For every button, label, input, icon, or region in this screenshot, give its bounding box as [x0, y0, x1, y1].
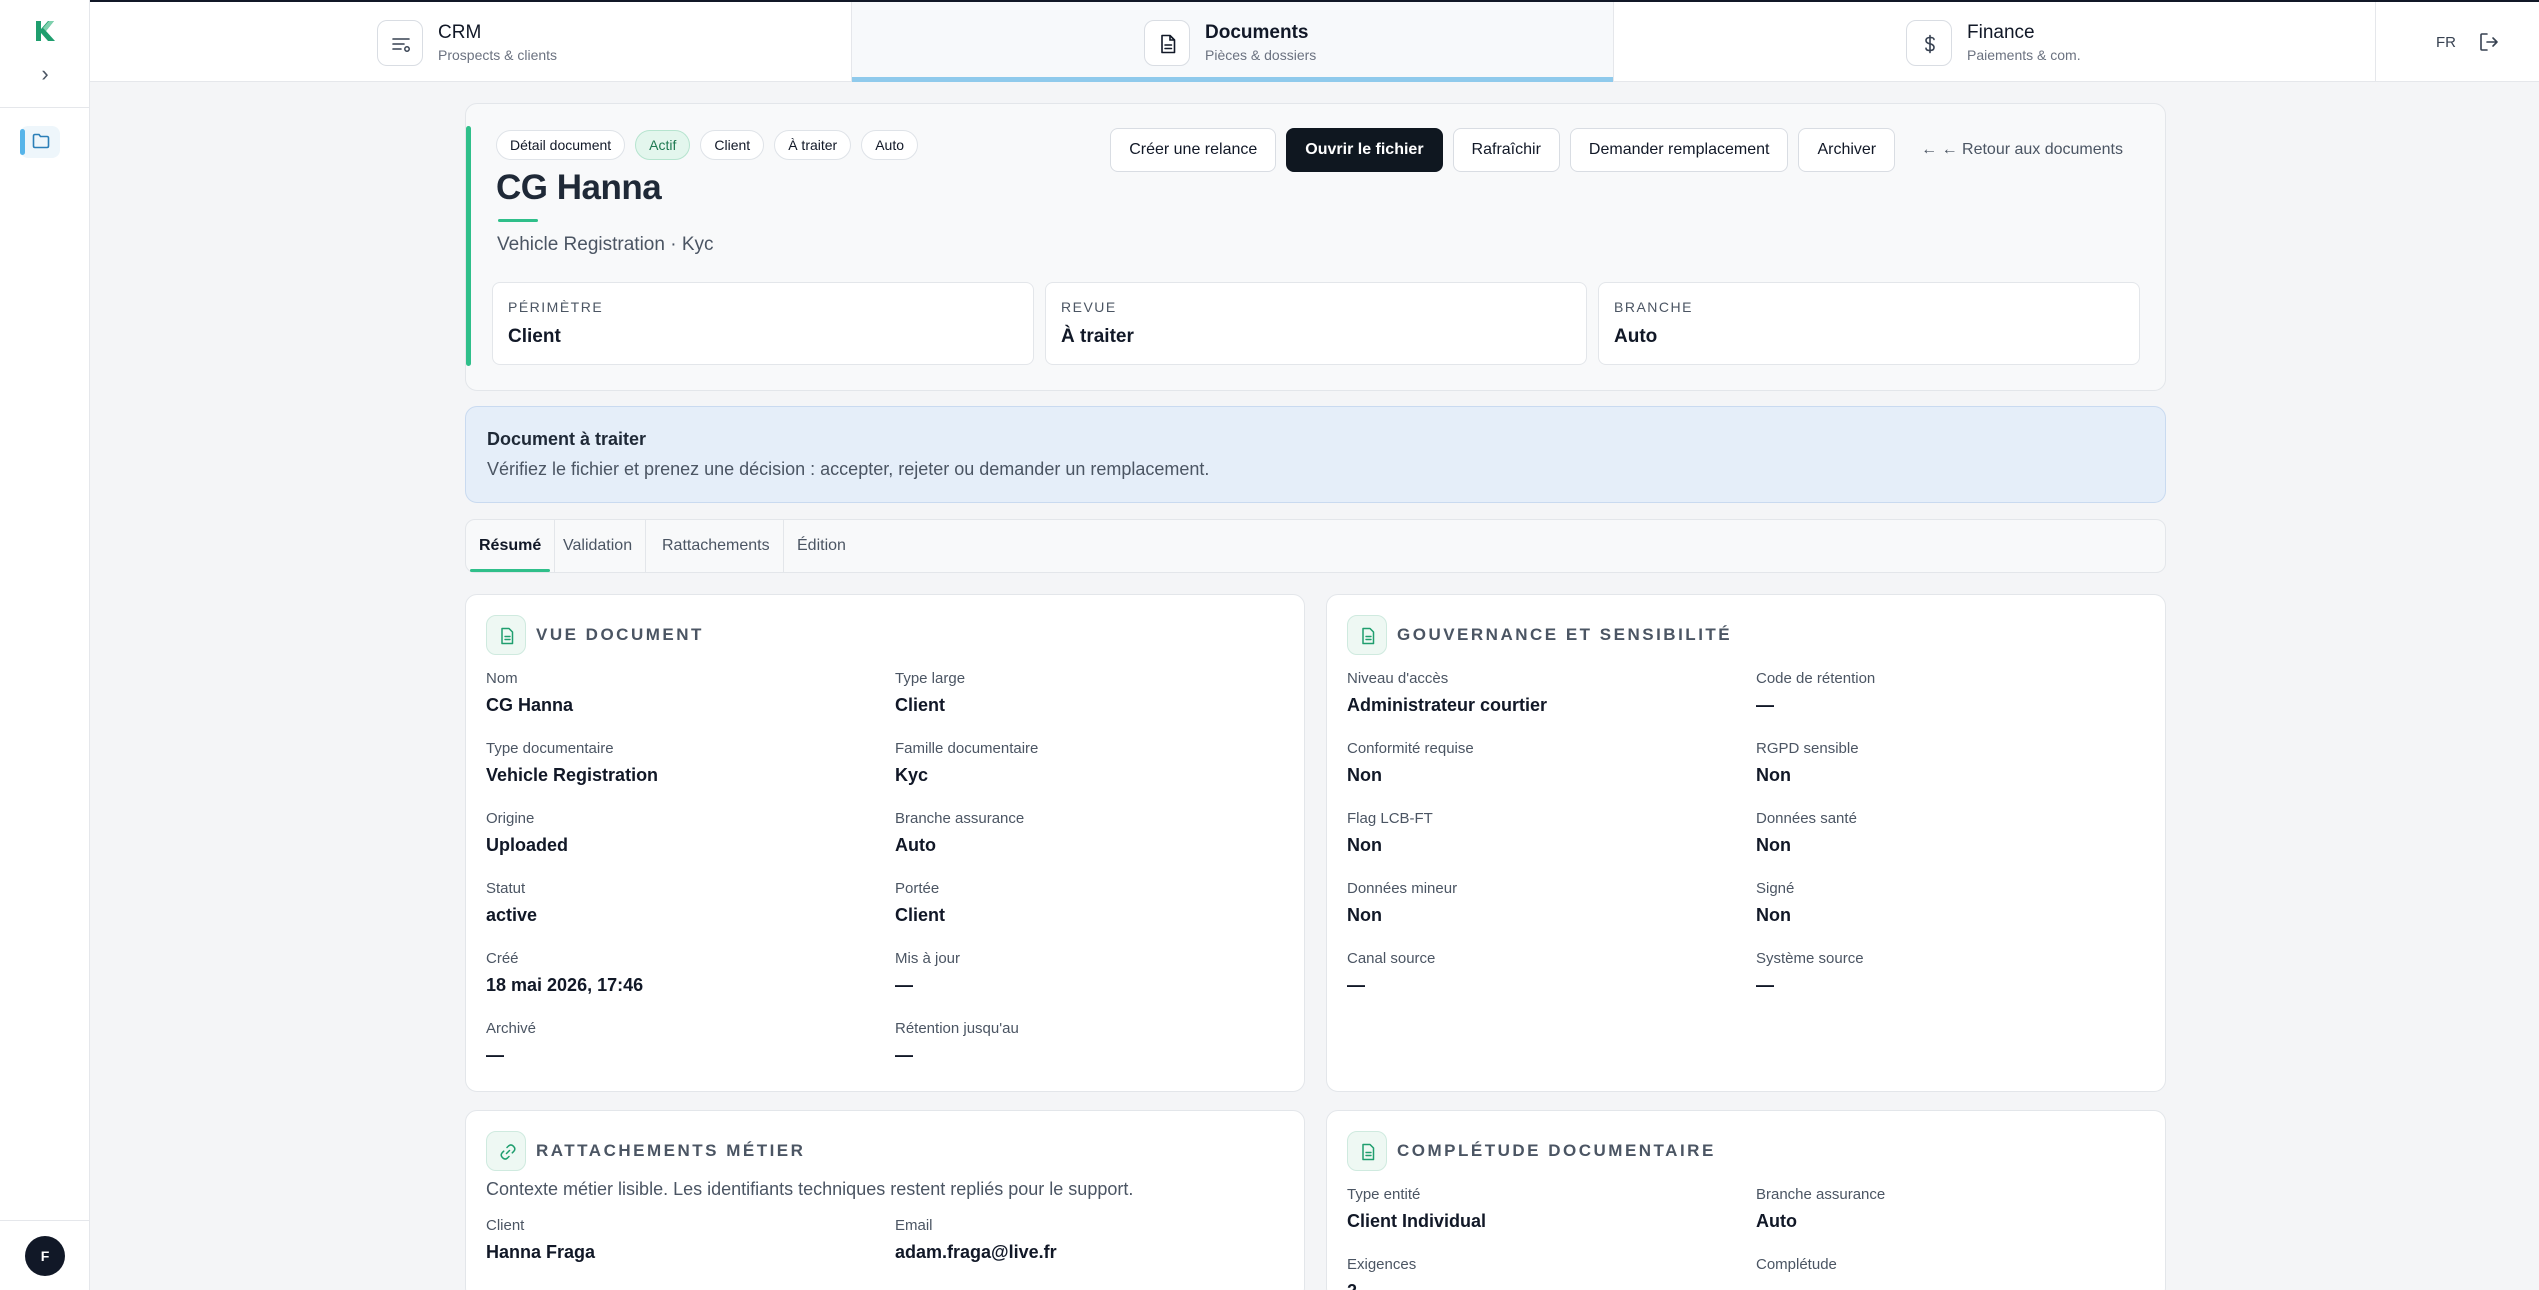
chip-detail-document: Détail document — [496, 130, 626, 160]
field-exigences: Exigences2 — [1347, 1256, 1417, 1290]
refresh-button[interactable]: Rafraîchir — [1452, 128, 1560, 172]
meta-label: PÉRIMÈTRE — [508, 299, 604, 315]
field-retention: Rétention jusqu'au — — [895, 1020, 1019, 1065]
open-file-button[interactable]: Ouvrir le fichier — [1286, 128, 1443, 172]
app-logo[interactable] — [30, 18, 60, 44]
field-donnees-mineur: Données mineur Non — [1347, 880, 1458, 925]
nav-tab-subtitle: Prospects & clients — [438, 47, 558, 63]
field-lcb-ft: Flag LCB-FT Non — [1347, 810, 1433, 855]
header-actions: Créer une relance Ouvrir le fichier Rafr… — [1110, 128, 2139, 172]
field-completude: Complétude — [1756, 1256, 1837, 1273]
chip-branch: Auto — [861, 130, 919, 160]
top-navigation: CRM Prospects & clients Documents Pièces… — [90, 0, 2539, 82]
info-alert: Document à traiter Vérifiez le fichier e… — [465, 406, 2166, 503]
sidebar-collapse-button[interactable]: › — [33, 62, 57, 86]
card-description: Contexte métier lisible. Les identifiant… — [486, 1179, 1134, 1199]
card-rattachements: RATTACHEMENTS MÉTIER Contexte métier lis… — [465, 1110, 1305, 1290]
tab-resume[interactable]: Résumé — [466, 520, 556, 572]
document-icon — [1144, 20, 1190, 66]
tab-edition[interactable]: Édition — [784, 520, 859, 572]
card-vue-document: VUE DOCUMENT Nom CG Hanna Type large Clien… — [465, 594, 1305, 1092]
document-icon — [1347, 1131, 1387, 1171]
field-archive: Archivé — — [486, 1020, 537, 1065]
field-nom: Nom CG Hanna — [486, 670, 574, 715]
sidebar-item-documents[interactable] — [20, 126, 60, 158]
nav-tab-finance[interactable]: Finance Paiements & com. — [1614, 2, 2376, 82]
chip-scope: Client — [700, 130, 765, 160]
tab-rattachements[interactable]: Rattachements — [649, 520, 784, 572]
field-portee: Portée Client — [895, 880, 946, 925]
meta-value: Client — [508, 326, 561, 347]
nav-tab-title: Documents — [1205, 22, 1309, 43]
field-systeme-source: Système source — — [1756, 950, 1864, 995]
card-gouvernance: GOUVERNANCE ET SENSIBILITÉ Niveau d'accè… — [1326, 594, 2166, 1092]
nav-tab-crm[interactable]: CRM Prospects & clients — [90, 2, 852, 82]
chip-status-active: Actif — [635, 130, 691, 160]
meta-value: À traiter — [1061, 326, 1134, 347]
field-origine: Origine Uploaded — [486, 810, 569, 855]
tab-validation[interactable]: Validation — [550, 520, 647, 572]
field-type-entite: Type entité Client Individual — [1347, 1186, 1487, 1231]
card-title: RATTACHEMENTS MÉTIER — [536, 1141, 806, 1160]
field-type-large: Type large Client — [895, 670, 966, 715]
field-mis-a-jour: Mis à jour — — [895, 950, 961, 995]
archive-button[interactable]: Archiver — [1798, 128, 1896, 172]
meta-label: REVUE — [1061, 299, 1117, 315]
meta-review: REVUE À traiter — [1045, 282, 1587, 365]
chip-list: Détail document Actif Client À traiter A… — [496, 130, 919, 160]
nav-tab-subtitle: Pièces & dossiers — [1205, 47, 1317, 63]
field-type-documentaire: Type documentaire Vehicle Registration — [486, 740, 659, 785]
card-title: COMPLÉTUDE DOCUMENTAIRE — [1397, 1141, 1716, 1160]
nav-tab-title: CRM — [438, 22, 482, 43]
field-famille-documentaire: Famille documentaire Kyc — [895, 740, 1039, 785]
logout-icon[interactable] — [2478, 31, 2500, 53]
document-icon — [486, 615, 526, 655]
page-title: CG Hanna — [496, 168, 662, 207]
alert-text: Vérifiez le fichier et prenez une décisi… — [487, 459, 1210, 479]
meta-perimeter: PÉRIMÈTRE Client — [492, 282, 1034, 365]
alert-title: Document à traiter — [487, 429, 647, 449]
card-title: GOUVERNANCE ET SENSIBILITÉ — [1397, 625, 1733, 644]
document-header-card: Détail document Actif Client À traiter A… — [465, 103, 2166, 391]
detail-tabs: Résumé Validation Rattachements Édition — [465, 519, 2166, 573]
sidebar-divider — [0, 107, 90, 108]
list-filter-icon — [377, 20, 423, 66]
field-niveau-acces: Niveau d'accès Administrateur courtier — [1347, 670, 1548, 715]
field-code-retention: Code de rétention — — [1756, 670, 1876, 715]
request-replacement-button[interactable]: Demander remplacement — [1569, 128, 1789, 172]
back-to-documents-link[interactable]: ← ← Retour aux documents — [1905, 128, 2139, 172]
meta-label: BRANCHE — [1614, 299, 1693, 315]
nav-tab-documents[interactable]: Documents Pièces & dossiers — [852, 2, 1614, 82]
card-title: VUE DOCUMENT — [536, 625, 704, 644]
field-signe: Signé Non — [1756, 880, 1795, 925]
meta-value: Auto — [1614, 326, 1658, 347]
field-conformite: Conformité requise Non — [1347, 740, 1474, 785]
chip-review: À traiter — [774, 130, 852, 160]
field-statut: Statut active — [486, 880, 538, 925]
meta-branch: BRANCHE Auto — [1598, 282, 2140, 365]
field-donnees-sante: Données santé Non — [1756, 810, 1857, 855]
link-icon — [486, 1131, 526, 1171]
field-client: Client Hanna Fraga — [486, 1217, 596, 1262]
document-icon — [1347, 615, 1387, 655]
nav-tab-subtitle: Paiements & com. — [1967, 47, 2081, 63]
field-canal-source: Canal source — — [1347, 950, 1436, 995]
field-rgpd: RGPD sensible Non — [1756, 740, 1859, 785]
field-cree: Créé 18 mai 2026, 17:46 — [486, 950, 644, 995]
card-completude: COMPLÉTUDE DOCUMENTAIRE Type entité Clien… — [1326, 1110, 2166, 1290]
dollar-icon — [1906, 20, 1952, 66]
page-subtitle: Vehicle Registration · Kyc — [497, 234, 714, 255]
create-reminder-button[interactable]: Créer une relance — [1110, 128, 1277, 172]
nav-tab-title: Finance — [1967, 22, 2035, 43]
user-avatar[interactable]: F — [25, 1236, 65, 1276]
field-email: Email adam.fraga@live.fr — [895, 1217, 1057, 1262]
title-underline — [498, 219, 538, 222]
sidebar: › F — [0, 0, 90, 1290]
folder-icon — [32, 133, 50, 149]
sidebar-divider-bottom — [0, 1220, 90, 1221]
field-branche-assurance: Branche assurance Auto — [1756, 1186, 1886, 1231]
language-switch[interactable]: FR — [2436, 34, 2456, 51]
field-branche-assurance: Branche assurance Auto — [895, 810, 1025, 855]
